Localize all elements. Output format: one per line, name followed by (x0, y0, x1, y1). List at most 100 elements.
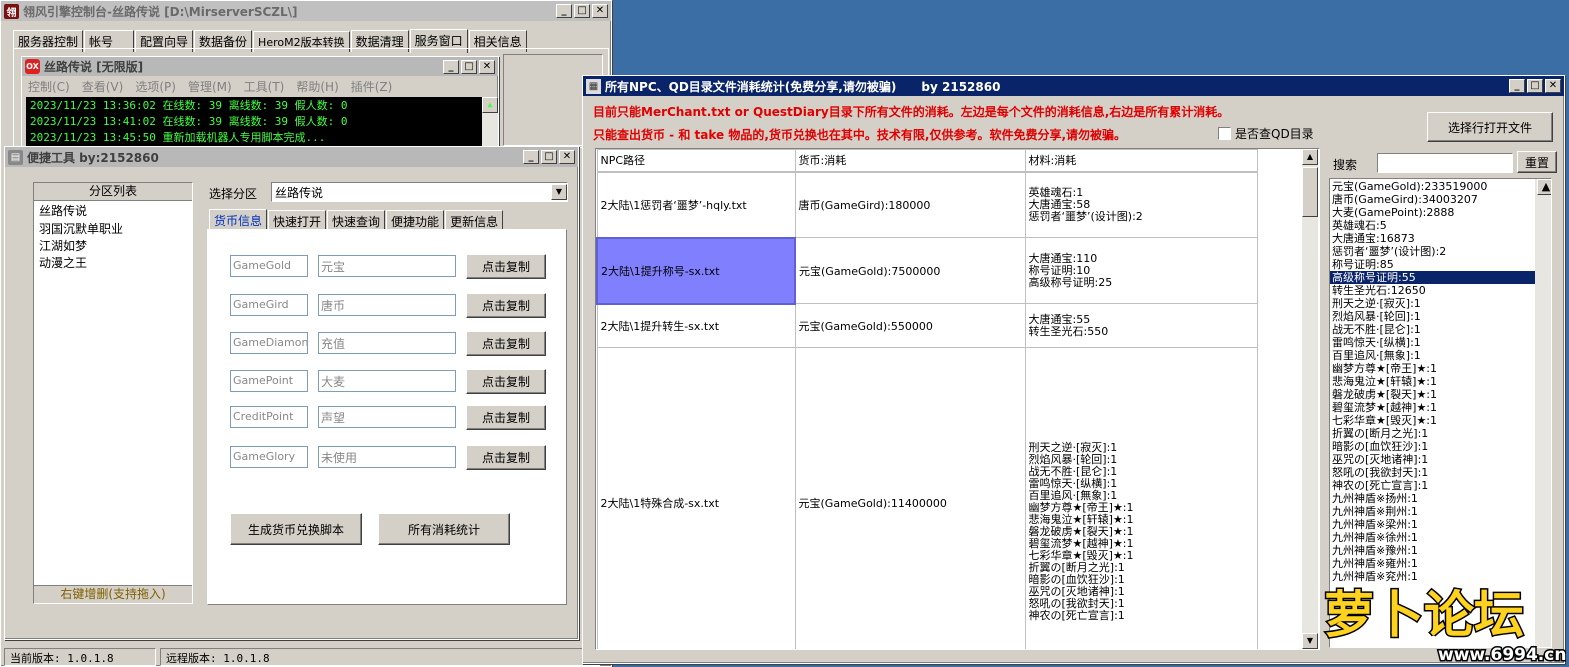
total-item[interactable]: 七彩华章★[毁灭]★:1 (1330, 414, 1551, 427)
open-selected-file-button[interactable]: 选择行打开文件 (1427, 112, 1553, 142)
stats-close-button[interactable]: ✕ (1545, 79, 1561, 93)
copy-button[interactable]: 点击复制 (466, 369, 546, 394)
total-item[interactable]: 神农の[死亡宣言]:1 (1330, 479, 1551, 492)
total-item[interactable]: 惩罚者‘噩梦’(设计图):2 (1330, 245, 1551, 258)
copy-button[interactable]: 点击复制 (466, 254, 546, 279)
log-scrollbar[interactable]: ▲ (482, 97, 498, 150)
total-item[interactable]: 九州神盾※扬州:1 (1330, 492, 1551, 505)
total-item[interactable]: 刑天之逆·[寂灭]:1 (1330, 297, 1551, 310)
currency-name-field[interactable]: 唐币 (318, 294, 456, 316)
total-item[interactable]: 大麦(GamePoint):2888 (1330, 206, 1551, 219)
total-item[interactable]: 大唐通宝:16873 (1330, 232, 1551, 245)
copy-button[interactable]: 点击复制 (466, 293, 546, 318)
table-scrollbar[interactable]: ▲ ▼ (1302, 149, 1318, 649)
table-row[interactable]: 2大陆\1提升转生-sx.txt 元宝(GameGold):550000 大唐通… (596, 303, 1258, 348)
partition-item[interactable]: 动漫之王 (34, 254, 192, 271)
total-item[interactable]: 九州神盾※梁州:1 (1330, 518, 1551, 531)
total-item[interactable]: 九州神盾※徐州:1 (1330, 531, 1551, 544)
col-currency[interactable]: 货币:消耗 (794, 149, 1026, 173)
currency-name-field[interactable]: 未使用 (318, 446, 456, 468)
qd-checkbox[interactable] (1218, 127, 1231, 140)
total-item[interactable]: 九州神盾※荆州:1 (1330, 505, 1551, 518)
partition-item[interactable]: 江湖如梦 (34, 237, 192, 254)
tool-maximize-button[interactable]: □ (541, 150, 557, 164)
generate-script-button[interactable]: 生成货币兑换脚本 (230, 513, 362, 545)
currency-key-field[interactable]: GamePoint (230, 370, 308, 392)
qd-checkbox-row[interactable]: 是否查QD目录 (1218, 125, 1314, 142)
scroll-up-icon[interactable]: ▲ (482, 97, 498, 113)
total-item[interactable]: 九州神盾※豫州:1 (1330, 544, 1551, 557)
tool-titlebar[interactable]: ▤ 便捷工具 by:2152860 _ □ ✕ (5, 147, 578, 167)
total-item[interactable]: 折翼の[断月之光]:1 (1330, 427, 1551, 440)
copy-button[interactable]: 点击复制 (466, 445, 546, 470)
total-item[interactable]: 英雄魂石:5 (1330, 219, 1551, 232)
menu-tools[interactable]: 工具(T) (244, 78, 285, 94)
tool-minimize-button[interactable]: _ (523, 150, 539, 164)
copy-button[interactable]: 点击复制 (466, 331, 546, 356)
total-item-selected[interactable]: 高级称号证明:55 (1330, 271, 1551, 284)
all-consumption-button[interactable]: 所有消耗统计 (378, 513, 510, 545)
col-materials[interactable]: 材料:消耗 (1024, 149, 1258, 173)
currency-name-field[interactable]: 大麦 (318, 370, 456, 392)
minimize-button[interactable]: _ (556, 4, 572, 18)
scroll-up-icon[interactable]: ▲ (1537, 179, 1551, 195)
cell-currency: 元宝(GameGold):7500000 (794, 237, 1026, 304)
total-item[interactable]: 怒吼の[我欲封天]:1 (1330, 466, 1551, 479)
menu-help[interactable]: 帮助(H) (296, 78, 338, 94)
currency-name-field[interactable]: 充值 (318, 332, 456, 354)
scroll-thumb[interactable] (1302, 167, 1318, 217)
total-item[interactable]: 幽梦方尊★[帝王]★:1 (1330, 362, 1551, 375)
total-item[interactable]: 战无不胜·[昆仑]:1 (1330, 323, 1551, 336)
total-item[interactable]: 称号证明:85 (1330, 258, 1551, 271)
sub-close-button[interactable]: ✕ (479, 59, 495, 74)
scroll-down-icon[interactable]: ▼ (1302, 633, 1318, 649)
copy-button[interactable]: 点击复制 (466, 405, 546, 430)
total-item[interactable]: 百里追风·[無象]:1 (1330, 349, 1551, 362)
table-row-selected[interactable]: 2大陆\1提升称号-sx.txt 元宝(GameGold):7500000 大唐… (596, 236, 1258, 305)
table-row[interactable]: 2大陆\1惩罚者‘噩梦’-hqly.txt 唐币(GameGird):18000… (596, 171, 1258, 238)
search-input[interactable] (1377, 153, 1513, 173)
currency-key-field[interactable]: GameGlory (230, 446, 308, 468)
menu-control[interactable]: 控制(C) (28, 78, 70, 94)
currency-name-field[interactable]: 声望 (318, 406, 456, 428)
partition-item[interactable]: 羽国沉默单职业 (34, 220, 192, 237)
log-line: 2023/11/23 13:36:02 在线数: 39 离线数: 39 假人数:… (30, 99, 348, 112)
menu-view[interactable]: 查看(V) (82, 78, 124, 94)
total-item[interactable]: 悲海鬼泣★[轩辕]★:1 (1330, 375, 1551, 388)
chevron-down-icon[interactable]: ▼ (551, 184, 567, 200)
total-item[interactable]: 烈焰风暴·[轮回]:1 (1330, 310, 1551, 323)
currency-key-field[interactable]: GameDiamond (230, 332, 308, 354)
currency-key-field[interactable]: GameGird (230, 294, 308, 316)
total-item[interactable]: 九州神盾※雍州:1 (1330, 557, 1551, 570)
total-item[interactable]: 磐龙破虏★[裂天]★:1 (1330, 388, 1551, 401)
tool-close-button[interactable]: ✕ (559, 150, 575, 164)
currency-key-field[interactable]: GameGold (230, 255, 308, 277)
main-titlebar[interactable]: 翎 翎风引擎控制台-丝路传说 [D:\MirserverSCZL\] _ □ ✕ (1, 1, 611, 21)
menu-plugins[interactable]: 插件(Z) (351, 78, 393, 94)
total-item[interactable]: 暗影の[血饮狂沙]:1 (1330, 440, 1551, 453)
sub-maximize-button[interactable]: □ (461, 59, 477, 74)
menu-options[interactable]: 选项(P) (135, 78, 176, 94)
stats-titlebar[interactable]: ▦ 所有NPC、QD目录文件消耗统计(免费分享,请勿被骗) by 2152860… (583, 76, 1564, 96)
total-item[interactable]: 转生圣光石:12650 (1330, 284, 1551, 297)
menu-manage[interactable]: 管理(M) (188, 78, 232, 94)
total-item[interactable]: 元宝(GameGold):233519000 (1330, 180, 1551, 193)
close-button[interactable]: ✕ (592, 4, 608, 18)
partition-select[interactable]: 丝路传说 ▼ (271, 182, 568, 202)
col-npc-path[interactable]: NPC路径 (596, 149, 796, 173)
currency-key-field[interactable]: CreditPoint (230, 406, 308, 428)
stats-maximize-button[interactable]: □ (1527, 79, 1543, 93)
total-item[interactable]: 巫咒の[灭地诸神]:1 (1330, 453, 1551, 466)
maximize-button[interactable]: □ (574, 4, 590, 18)
sub-titlebar[interactable]: OX 丝路传说 [无限版] _ □ ✕ (22, 57, 498, 76)
sub-minimize-button[interactable]: _ (443, 59, 459, 74)
table-row[interactable]: 2大陆\1特殊合成-sx.txt 元宝(GameGold):11400000 刑… (596, 347, 1258, 649)
stats-minimize-button[interactable]: _ (1509, 79, 1525, 93)
reset-button[interactable]: 重置 (1517, 151, 1557, 173)
scroll-up-icon[interactable]: ▲ (1302, 149, 1318, 165)
total-item[interactable]: 雷鸣惊天·[纵横]:1 (1330, 336, 1551, 349)
partition-item[interactable]: 丝路传说 (34, 201, 192, 220)
total-item[interactable]: 唐币(GameGird):34003207 (1330, 193, 1551, 206)
currency-name-field[interactable]: 元宝 (318, 255, 456, 277)
total-item[interactable]: 碧玺流梦★[越神]★:1 (1330, 401, 1551, 414)
